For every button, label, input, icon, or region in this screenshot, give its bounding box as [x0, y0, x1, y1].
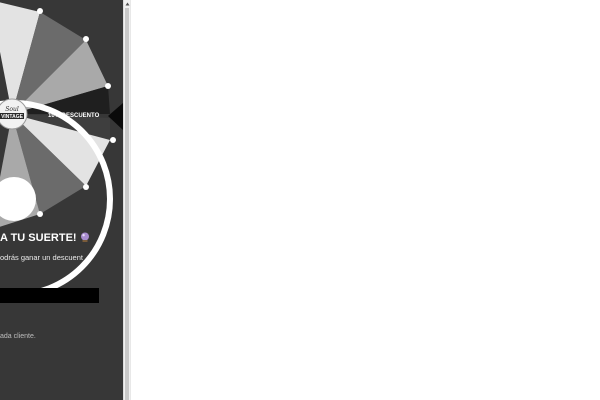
wheel-peg: [37, 8, 43, 14]
prize-wheel[interactable]: Soul VINTAGE: [0, 0, 123, 330]
wheel-peg: [83, 36, 89, 42]
wheel-peg: [110, 137, 116, 143]
email-input[interactable]: [0, 288, 99, 303]
logo-line1: Soul: [5, 106, 19, 113]
scrollbar-thumb[interactable]: [125, 8, 129, 400]
wheel-peg: [105, 83, 111, 89]
popup-subtitle: odrás ganar un descuent: [0, 253, 83, 262]
page-divider: [130, 0, 131, 400]
popup-title-text: A TU SUERTE!: [0, 232, 77, 244]
popup-title: A TU SUERTE!: [0, 232, 123, 245]
wheel-peg: [83, 184, 89, 190]
spin-wheel-popup: Soul VINTAGE 10% DESCUENTO A TU SUERTE! …: [0, 0, 123, 400]
brand-logo: Soul VINTAGE: [0, 98, 28, 130]
popup-footnote: ada cliente.: [0, 333, 36, 340]
vertical-scrollbar[interactable]: [123, 0, 130, 400]
crystal-ball-icon: [80, 232, 90, 245]
wheel-peg: [37, 211, 43, 217]
wheel-slice-label: 10% DESCUENTO: [48, 113, 100, 119]
logo-line2: VINTAGE: [1, 114, 24, 120]
wheel-pointer: [108, 103, 123, 130]
